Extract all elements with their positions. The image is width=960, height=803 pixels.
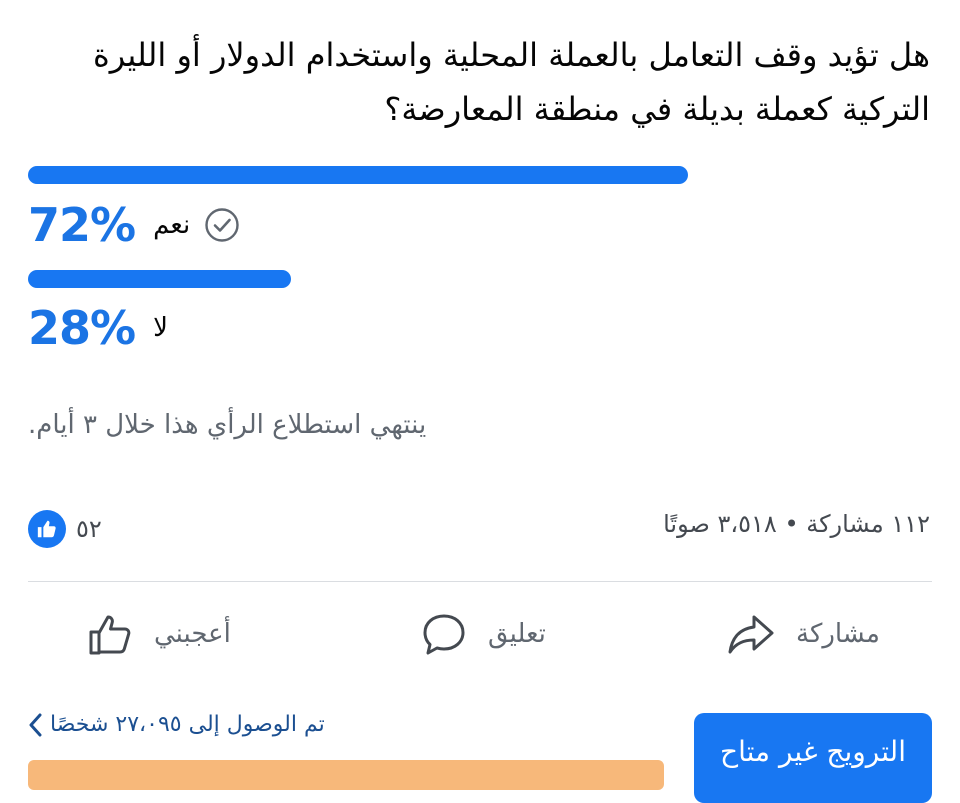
check-circle-icon xyxy=(205,208,239,242)
poll-option-no-label: لا xyxy=(153,313,168,343)
reach-progress-bar xyxy=(28,760,664,790)
reach-text: تم الوصول إلى ٢٧،٠٩٥ شخصًا xyxy=(50,712,325,737)
like-button[interactable]: أعجبني xyxy=(88,602,231,666)
poll-option-no-percent: 28% xyxy=(28,301,136,355)
poll-ends-text: ينتهي استطلاع الرأي هذا خلال ٣ أيام. xyxy=(28,410,427,440)
chevron-left-icon xyxy=(29,713,42,736)
poll-option-yes-label: نعم xyxy=(153,210,191,240)
reactions-summary[interactable]: ٥٢ xyxy=(28,510,102,548)
thumbs-up-icon xyxy=(89,615,131,655)
poll-option-yes[interactable]: 72% نعم xyxy=(28,195,240,255)
poll-option-yes-bar-fill xyxy=(28,166,688,184)
boost-button[interactable]: الترويج غير متاح xyxy=(694,713,932,803)
poll-option-no-bar-fill xyxy=(28,270,291,288)
like-button-label: أعجبني xyxy=(154,619,231,649)
likes-count: ٥٢ xyxy=(76,515,102,543)
poll-option-yes-percent: 72% xyxy=(28,198,136,252)
comment-button-label: تعليق xyxy=(488,619,546,649)
boost-button-label: الترويج غير متاح xyxy=(720,735,906,768)
comment-button[interactable]: تعليق xyxy=(420,602,546,666)
poll-option-no[interactable]: 28% لا xyxy=(28,298,168,358)
poll-option-yes-bar xyxy=(28,166,688,184)
share-arrow-icon xyxy=(728,615,774,654)
post-stats[interactable]: ١١٢ مشاركة • ٣،٥١٨ صوتًا xyxy=(663,510,930,538)
reach-link[interactable]: تم الوصول إلى ٢٧،٠٩٥ شخصًا xyxy=(28,712,325,737)
share-button[interactable]: مشاركة xyxy=(726,602,880,666)
divider xyxy=(28,581,932,582)
comment-icon xyxy=(423,614,465,655)
poll-option-no-bar xyxy=(28,270,291,288)
share-button-label: مشاركة xyxy=(796,619,880,649)
like-reaction-icon xyxy=(28,510,66,548)
poll-question: هل تؤيد وقف التعامل بالعملة المحلية واست… xyxy=(92,36,930,128)
